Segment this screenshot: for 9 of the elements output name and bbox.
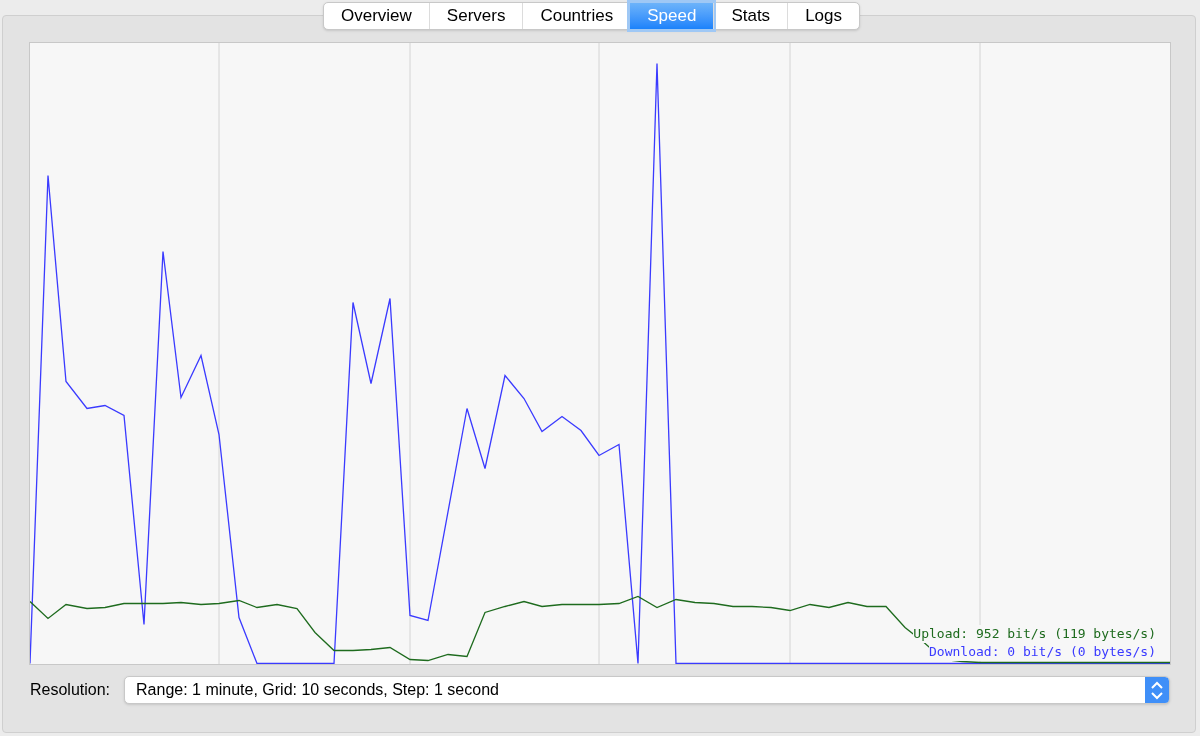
resolution-dropdown[interactable]: Range: 1 minute, Grid: 10 seconds, Step: 1 second (124, 676, 1170, 704)
stepper-arrows-icon (1145, 677, 1169, 703)
tab[interactable]: Overview (324, 3, 429, 29)
tab[interactable]: Logs (787, 3, 859, 29)
upload-speed-label: Upload: 952 bit/s (119 bytes/s) (913, 625, 1156, 643)
download-speed-label: Download: 0 bit/s (0 bytes/s) (929, 643, 1156, 661)
resolution-label: Resolution: (30, 680, 111, 700)
tab[interactable]: Stats (713, 3, 788, 29)
tab[interactable]: Servers (428, 3, 523, 29)
